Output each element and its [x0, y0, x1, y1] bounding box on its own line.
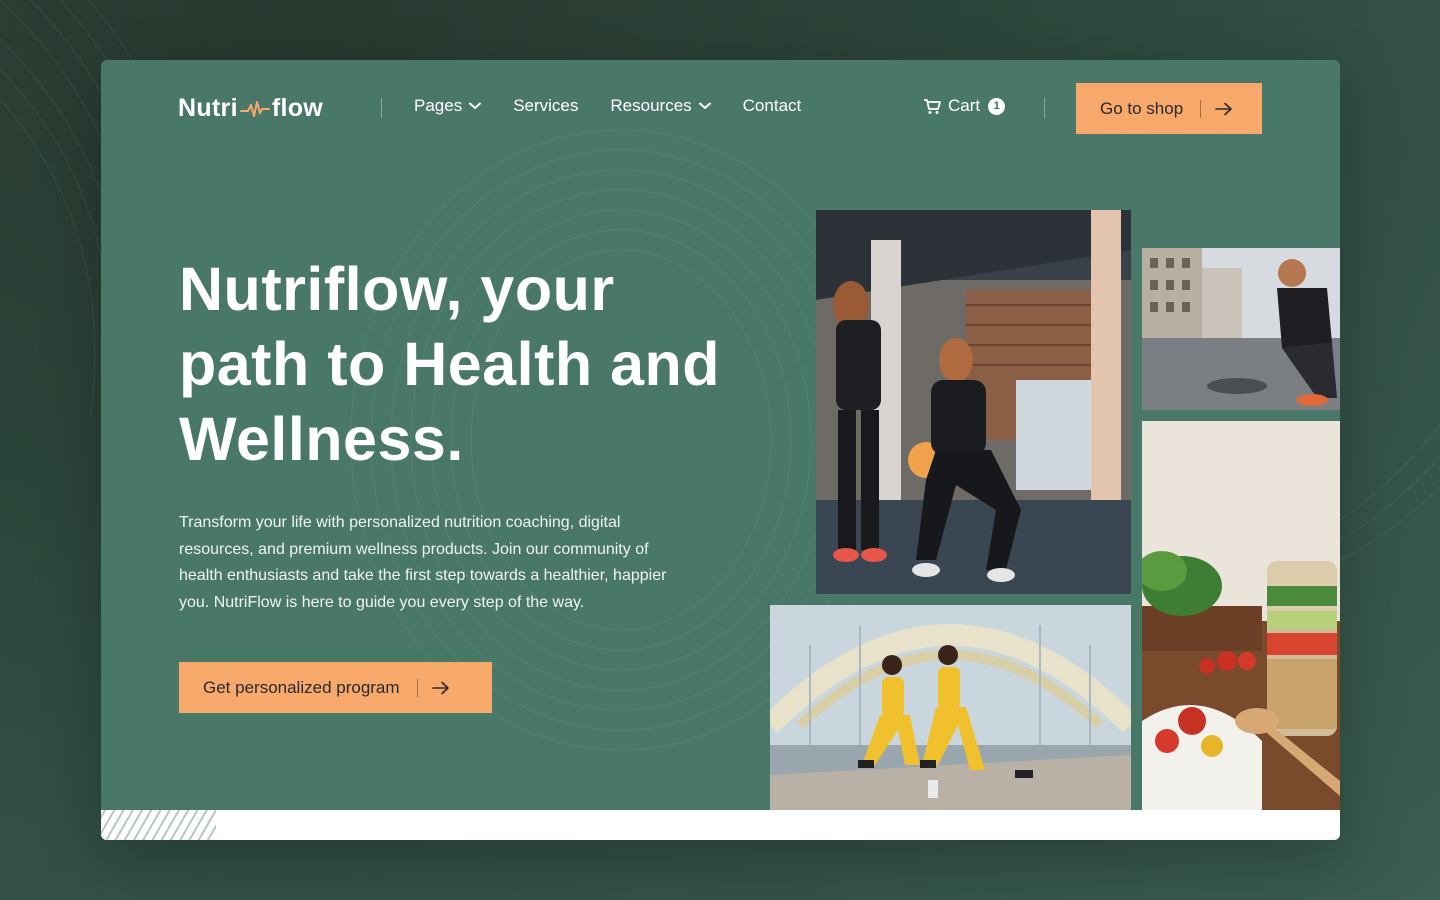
logo-text-right: flow [271, 94, 324, 122]
salad-jar-food-photo [1142, 421, 1340, 810]
shop-button-label: Go to shop [1100, 98, 1184, 118]
nav-links: Pages Services Resources Contact [414, 96, 833, 116]
nutriflow-logo[interactable]: Nutri flow [178, 94, 323, 123]
nav-item-label: Resources [610, 96, 692, 115]
chevron-down-icon [469, 102, 482, 109]
women-lunges-bridge-photo [770, 605, 1131, 810]
get-personalized-program-button[interactable]: Get personalized program [179, 662, 492, 713]
arrow-right-icon [1215, 102, 1232, 115]
button-divider [1200, 99, 1202, 118]
cart-link[interactable]: Cart 1 [923, 96, 1006, 116]
nav-item-label: Services [513, 96, 579, 115]
nav-item-pages[interactable]: Pages [414, 96, 482, 116]
cart-count-badge: 1 [988, 97, 1006, 115]
nav-item-contact[interactable]: Contact [743, 96, 802, 116]
hatch-pattern [101, 810, 216, 840]
nav-item-resources[interactable]: Resources [610, 96, 711, 116]
arrow-right-icon [431, 681, 449, 694]
nav-item-services[interactable]: Services [513, 96, 578, 116]
nav-item-label: Contact [742, 96, 802, 115]
logo-text-left: Nutri [178, 94, 238, 122]
hero-title: Nutriflow, your path to Health and Welln… [179, 255, 721, 473]
nav-divider [1044, 98, 1045, 118]
landing-page-frame: Nutri flow Pages Services Resources Cont… [101, 60, 1340, 840]
cart-icon [924, 98, 941, 114]
button-divider [416, 678, 418, 697]
runner-tying-shoe-photo [1142, 248, 1340, 410]
nav-divider [381, 98, 382, 118]
hero-description: Transform your life with personalized nu… [179, 514, 667, 611]
cart-label: Cart [948, 96, 981, 115]
pulse-icon [239, 100, 270, 117]
go-to-shop-button[interactable]: Go to shop [1076, 83, 1262, 134]
trainer-squat-photo [816, 210, 1131, 594]
bottom-strip [101, 810, 1340, 840]
cta-button-label: Get personalized program [203, 677, 400, 697]
nav-item-label: Pages [414, 96, 463, 115]
chevron-down-icon [698, 102, 711, 109]
top-navigation: Nutri flow Pages Services Resources Cont… [101, 60, 1340, 156]
